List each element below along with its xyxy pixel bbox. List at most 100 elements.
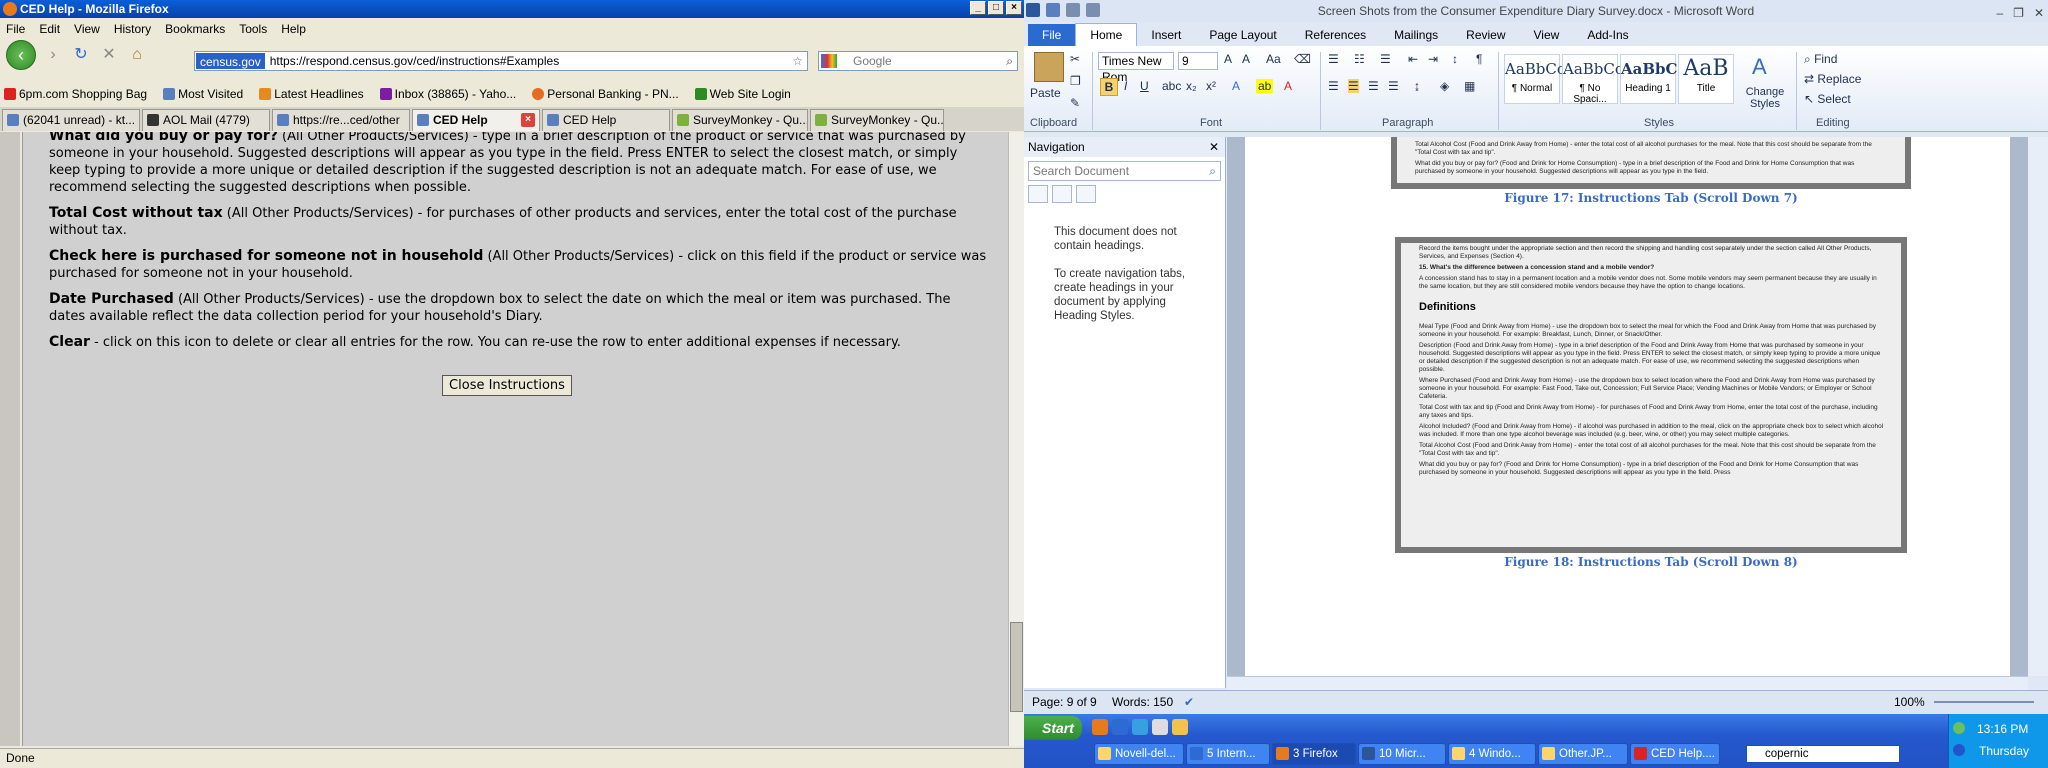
tab-unread[interactable]: (62041 unread) - kt... (2, 109, 140, 131)
subscript-icon[interactable]: x₂ (1186, 79, 1197, 93)
proofing-icon[interactable]: ✔ (1184, 691, 1194, 713)
underline-icon[interactable]: U (1140, 79, 1149, 93)
minimize-button[interactable]: _ (970, 1, 986, 15)
minimize-icon[interactable]: – (1996, 2, 2003, 24)
bookmark-most-visited[interactable]: Most Visited (163, 87, 243, 101)
bookmark-latest-headlines[interactable]: Latest Headlines (259, 87, 364, 101)
align-right-icon[interactable]: ☰ (1368, 79, 1379, 93)
style-heading-1[interactable]: AaBbC Heading 1 (1620, 54, 1677, 104)
select-button[interactable]: ↖ Select (1804, 92, 1851, 106)
scrollbar-thumb[interactable] (1010, 622, 1023, 712)
bullets-icon[interactable]: ☰ (1328, 52, 1339, 66)
borders-icon[interactable]: ▦ (1464, 79, 1475, 93)
justify-icon[interactable]: ☰ (1388, 79, 1399, 93)
cut-icon[interactable]: ✂ (1070, 52, 1080, 66)
strikethrough-icon[interactable]: abc (1162, 79, 1181, 93)
font-size-select[interactable]: 9 (1178, 52, 1218, 70)
page-count[interactable]: Page: 9 of 9 (1032, 691, 1097, 713)
close-button[interactable]: × (1006, 1, 1022, 15)
browse-headings-icon[interactable] (1028, 185, 1048, 203)
clear-format-icon[interactable]: ⌫ (1294, 52, 1311, 66)
redo-icon[interactable] (1086, 3, 1100, 17)
folder-launch-icon[interactable] (1172, 719, 1188, 735)
menu-tools[interactable]: Tools (239, 22, 267, 36)
tab-mailings[interactable]: Mailings (1380, 24, 1452, 46)
menu-bookmarks[interactable]: Bookmarks (165, 22, 225, 36)
firefox-launch-icon[interactable] (1092, 719, 1108, 735)
maximize-button[interactable]: □ (988, 1, 1004, 15)
media-launch-icon[interactable] (1132, 719, 1148, 735)
undo-icon[interactable] (1066, 3, 1080, 17)
taskbar-windows[interactable]: 4 Windo... (1448, 743, 1536, 765)
shading-icon[interactable]: ◈ (1440, 79, 1449, 93)
tab-review[interactable]: Review (1452, 24, 1519, 46)
tab-home[interactable]: Home (1075, 23, 1138, 46)
word-count[interactable]: Words: 150 (1112, 691, 1173, 713)
align-center-icon[interactable]: ☰ (1348, 79, 1359, 93)
google-icon[interactable] (821, 54, 837, 68)
close-instructions-button[interactable]: Close Instructions (442, 375, 572, 396)
save-icon[interactable] (1046, 3, 1060, 17)
superscript-icon[interactable]: x² (1206, 79, 1216, 93)
tray-icon[interactable] (1953, 744, 1965, 756)
copy-icon[interactable]: ❐ (1070, 74, 1081, 88)
format-painter-icon[interactable]: ✎ (1070, 96, 1080, 110)
start-button[interactable]: Start (1024, 716, 1082, 740)
tray-icon[interactable] (1953, 722, 1965, 734)
magnifier-icon[interactable]: ⌕ (1006, 52, 1013, 70)
change-styles-icon[interactable]: A (1752, 54, 1767, 80)
bookmark-6pm[interactable]: 6pm.com Shopping Bag (4, 87, 147, 101)
tab-page-layout[interactable]: Page Layout (1195, 24, 1290, 46)
replace-button[interactable]: ⇄ Replace (1804, 72, 1861, 86)
menu-help[interactable]: Help (281, 22, 306, 36)
close-navigation-icon[interactable]: ✕ (1209, 137, 1219, 157)
tab-add-ins[interactable]: Add-Ins (1573, 24, 1642, 46)
grow-font-icon[interactable]: A (1224, 52, 1232, 66)
tab-ced-help[interactable]: CED Help (542, 109, 670, 131)
search-document-input[interactable]: Search Document ⌕ (1028, 161, 1221, 181)
close-icon[interactable]: ✕ (2034, 2, 2044, 24)
site-identity[interactable]: census.gov (196, 53, 265, 69)
document-vertical-scrollbar[interactable] (2028, 137, 2048, 676)
align-left-icon[interactable]: ☰ (1328, 79, 1339, 93)
taskbar-ced-help[interactable]: CED Help.... (1630, 743, 1720, 765)
tab-close-icon[interactable]: × (521, 113, 535, 127)
tab-ced-help-active[interactable]: CED Help × (412, 109, 540, 131)
vertical-scrollbar[interactable] (1008, 132, 1024, 746)
change-case-icon[interactable]: Aa (1266, 52, 1281, 66)
clock-day[interactable]: Thursday (1979, 744, 2029, 758)
bookmark-personal-banking[interactable]: Personal Banking - PN... (532, 87, 679, 101)
tab-aol-mail[interactable]: AOL Mail (4779) (142, 109, 270, 131)
style-title[interactable]: AaB Title (1678, 54, 1734, 104)
document-page[interactable]: Total Alcohol Cost (Food and Drink Away … (1245, 137, 2010, 676)
restore-icon[interactable]: ❐ (2013, 2, 2024, 24)
menu-file[interactable]: File (6, 22, 25, 36)
increase-indent-icon[interactable]: ⇥ (1428, 52, 1438, 66)
multilevel-list-icon[interactable]: ☰ (1380, 52, 1391, 66)
zoom-level[interactable]: 100% (1894, 691, 1925, 713)
find-button[interactable]: ⌕ Find (1804, 52, 1837, 67)
search-input[interactable]: Google ⌕ (818, 51, 1018, 71)
clock-time[interactable]: 13:16 PM (1977, 722, 2028, 736)
menu-edit[interactable]: Edit (39, 22, 60, 36)
tab-surveymonkey-1[interactable]: SurveyMonkey - Qu... (672, 109, 808, 131)
browse-results-icon[interactable] (1076, 185, 1096, 203)
url-text[interactable]: https://respond.census.gov/ced/instructi… (266, 52, 560, 70)
style-no-spacing[interactable]: AaBbCcI ¶ No Spaci... (1562, 54, 1629, 105)
sort-icon[interactable]: ↕ (1452, 52, 1458, 66)
magnifier-icon[interactable]: ⌕ (1209, 162, 1216, 180)
decrease-indent-icon[interactable]: ⇤ (1408, 52, 1418, 66)
star-icon[interactable]: ☆ (792, 52, 803, 70)
document-horizontal-scrollbar[interactable] (1227, 676, 2028, 690)
taskbar-microsoft[interactable]: 10 Micr... (1358, 743, 1446, 765)
tab-ced-other[interactable]: https://re...ced/other (272, 109, 410, 131)
tab-insert[interactable]: Insert (1137, 24, 1195, 46)
font-name-select[interactable]: Times New Rom (1098, 52, 1174, 84)
ie-launch-icon[interactable] (1112, 719, 1128, 735)
url-bar[interactable]: census.gov https://respond.census.gov/ce… (194, 51, 808, 71)
bookmark-web-site-login[interactable]: Web Site Login (694, 87, 791, 101)
tab-surveymonkey-2[interactable]: SurveyMonkey - Qu... (810, 109, 944, 131)
line-spacing-icon[interactable]: ↨ (1414, 79, 1420, 93)
highlight-icon[interactable]: ab (1256, 79, 1274, 93)
bold-icon[interactable]: B (1100, 78, 1118, 96)
